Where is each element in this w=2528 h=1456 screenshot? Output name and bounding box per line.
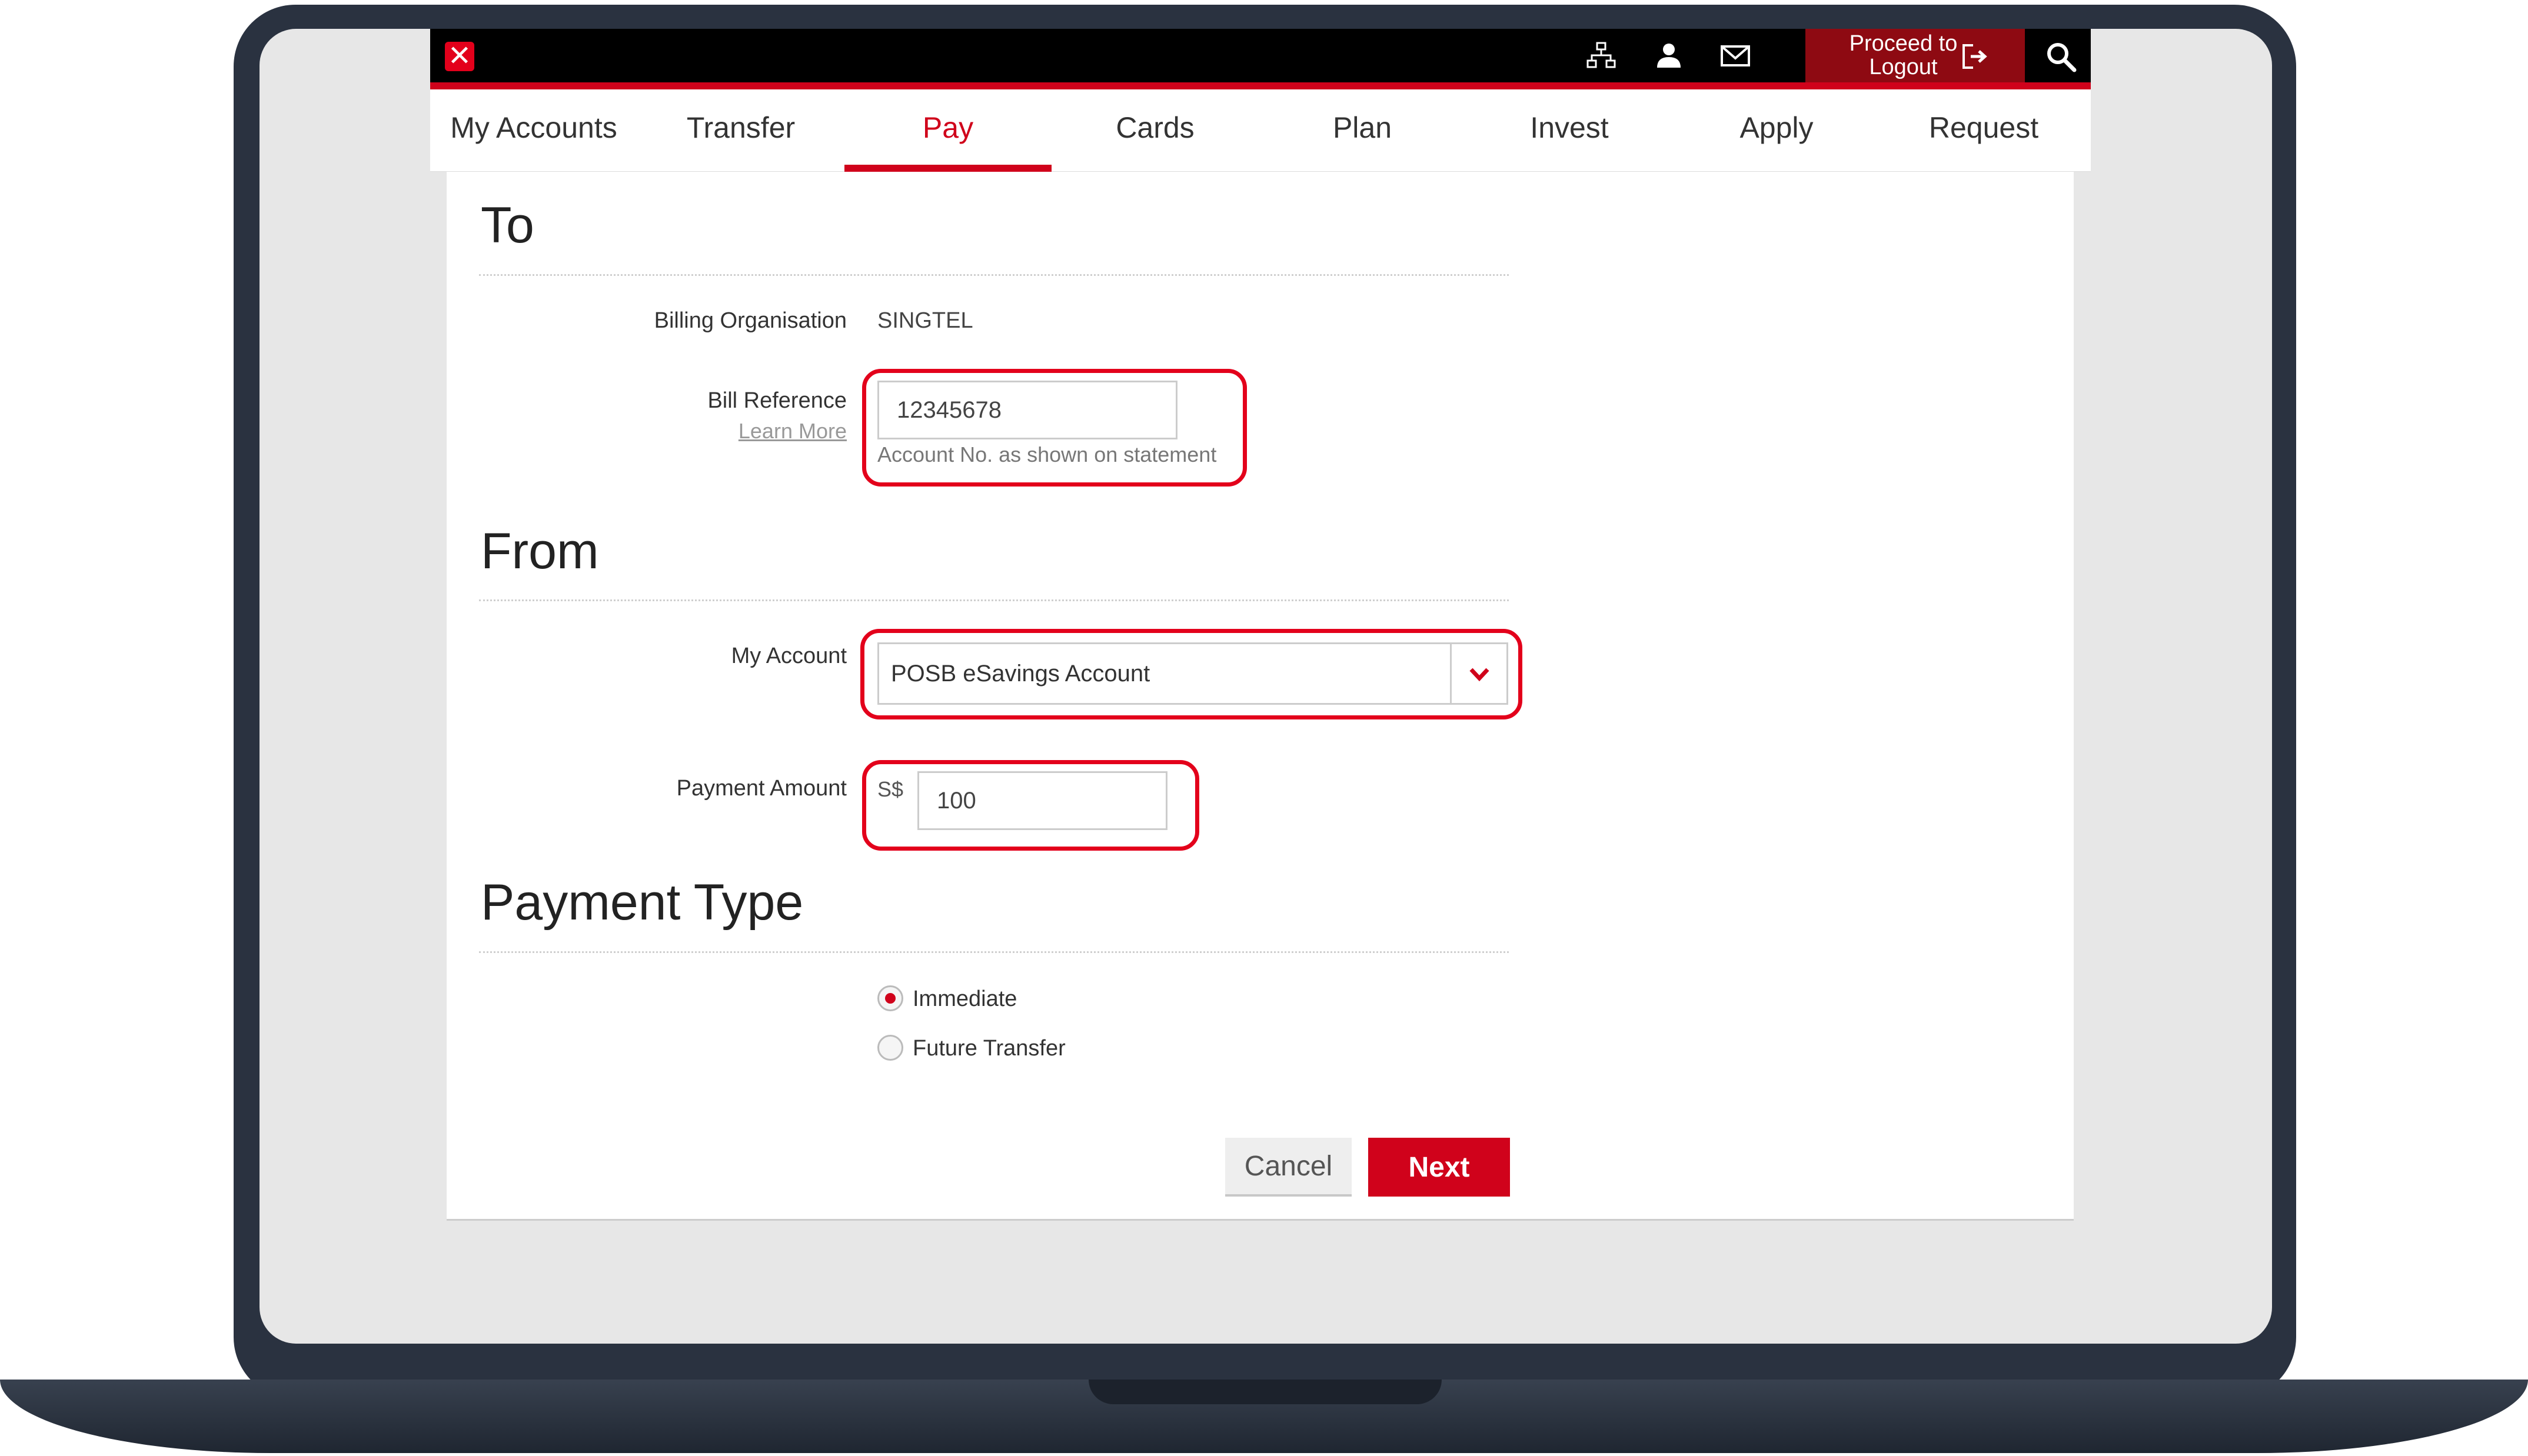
my-account-label: My Account (731, 644, 847, 668)
logout-label-line2: Logout (1869, 55, 1938, 79)
learn-more-link[interactable]: Learn More (447, 419, 847, 444)
logout-icon (1960, 42, 1990, 73)
radio-future-transfer[interactable] (877, 1035, 903, 1061)
logout-button[interactable]: Proceed to Logout (1805, 29, 2025, 82)
sitemap-icon[interactable] (1584, 41, 1619, 74)
section-title-to: To (481, 197, 534, 254)
main-nav: My Accounts Transfer Pay Cards Plan Inve… (430, 89, 2091, 172)
section-divider (479, 951, 1509, 953)
my-account-selected-value: POSB eSavings Account (891, 661, 1150, 687)
radio-immediate[interactable] (877, 985, 903, 1011)
cancel-button[interactable]: Cancel (1225, 1138, 1352, 1197)
search-icon[interactable] (2044, 41, 2079, 74)
section-divider (479, 599, 1509, 601)
nav-item-invest[interactable]: Invest (1466, 89, 1673, 172)
user-icon[interactable] (1651, 41, 1687, 74)
radio-label-immediate: Immediate (913, 987, 1017, 1011)
chevron-down-icon[interactable] (1450, 644, 1506, 703)
nav-item-plan[interactable]: Plan (1259, 89, 1466, 172)
nav-item-transfer[interactable]: Transfer (637, 89, 844, 172)
mail-icon[interactable] (1718, 41, 1753, 74)
billing-org-value: SINGTEL (877, 308, 973, 333)
nav-item-pay[interactable]: Pay (844, 89, 1052, 172)
section-title-payment-type: Payment Type (481, 874, 804, 931)
bill-reference-hint: Account No. as shown on statement (877, 442, 1217, 467)
section-title-from: From (481, 523, 599, 579)
nav-item-my-accounts[interactable]: My Accounts (430, 89, 637, 172)
bill-reference-label: Bill Reference (707, 388, 847, 413)
laptop-notch (1089, 1380, 1442, 1404)
bill-reference-input[interactable] (877, 381, 1177, 439)
billing-org-label: Billing Organisation (654, 308, 847, 333)
payment-amount-label: Payment Amount (676, 776, 847, 801)
radio-label-future-transfer: Future Transfer (913, 1036, 1066, 1061)
section-divider (479, 274, 1509, 276)
nav-item-cards[interactable]: Cards (1052, 89, 1259, 172)
next-button[interactable]: Next (1368, 1138, 1510, 1197)
nav-item-apply[interactable]: Apply (1673, 89, 1880, 172)
bank-logo-icon[interactable]: ✕ (445, 42, 474, 71)
laptop-screen: ✕ Proceed to Logout My Accounts Transfer… (260, 29, 2272, 1344)
my-account-select[interactable]: POSB eSavings Account (877, 642, 1508, 705)
currency-label: S$ (877, 777, 904, 801)
payment-form: To Billing Organisation SINGTEL Bill Ref… (447, 172, 2074, 1221)
payment-amount-input[interactable] (917, 771, 1167, 830)
logout-label-line1: Proceed to (1849, 31, 1958, 56)
nav-item-request[interactable]: Request (1880, 89, 2087, 172)
top-bar: ✕ Proceed to Logout (430, 29, 2091, 89)
